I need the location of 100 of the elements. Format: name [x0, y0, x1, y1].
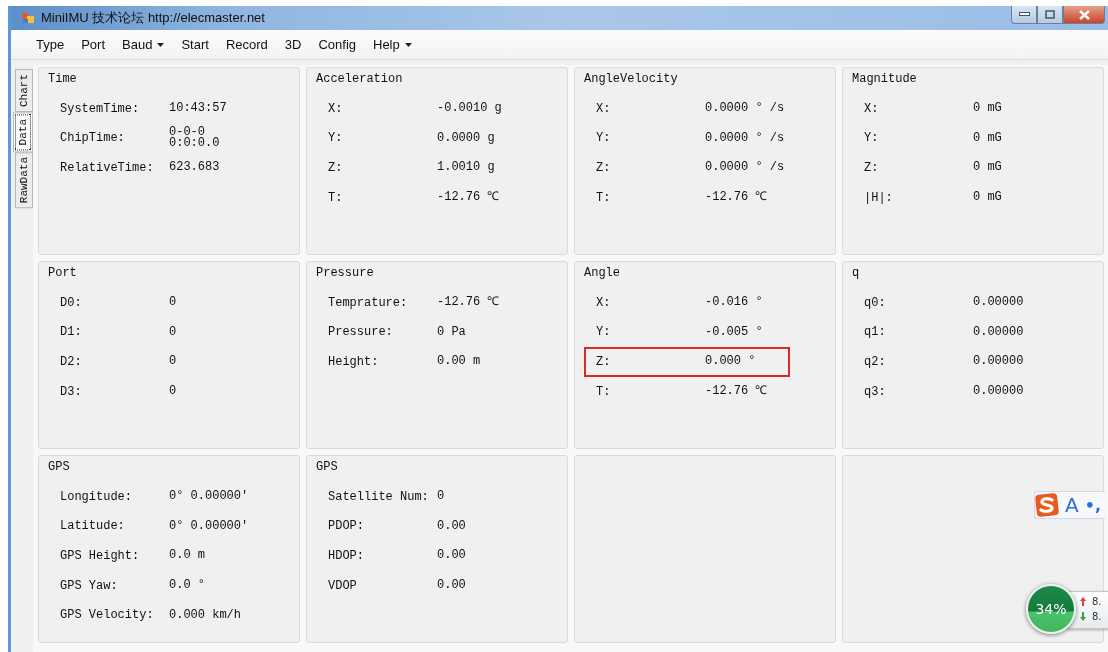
field-label: Y: [596, 131, 612, 146]
minimize-icon [1018, 12, 1030, 17]
field-value: -0.005 ° [705, 326, 763, 338]
field-label: Pressure: [328, 325, 394, 340]
group-title: AngleVelocity [583, 72, 679, 86]
field-label: X: [596, 295, 612, 310]
field-value: 0 [169, 386, 177, 398]
menu-item[interactable]: 3D [276, 34, 311, 55]
field-value: 0 [169, 356, 177, 368]
menu-item[interactable]: Type [28, 34, 74, 55]
field-value: 0.00 m [437, 356, 481, 368]
close-icon [1078, 9, 1090, 20]
group-title: Magnitude [851, 72, 918, 86]
menu-item[interactable]: Port [73, 34, 115, 55]
field-value: 623.683 [169, 162, 220, 174]
field-value: 0.000 ° [705, 356, 756, 368]
field-label: Y: [864, 131, 880, 146]
close-button[interactable] [1063, 6, 1105, 24]
menu-item[interactable]: Record [217, 34, 277, 55]
field-value: -0.016 ° [705, 297, 763, 309]
field-value: 1.0010 g [437, 162, 495, 174]
field-label: q3: [864, 384, 887, 399]
field-value: 0.00000 [973, 386, 1024, 398]
field-value: 0.00000 [973, 326, 1024, 338]
field-label: Z: [596, 161, 612, 175]
field-value: 0 mG [973, 103, 1002, 115]
field-value: 0 [169, 297, 177, 309]
field-label: X: [328, 101, 344, 116]
field-label: Z: [864, 161, 880, 175]
menu-item[interactable]: Start [173, 34, 218, 55]
field-label: T: [328, 190, 344, 205]
field-value: 10:43:57 [169, 103, 227, 115]
ime-logo-icon[interactable] [1035, 493, 1059, 517]
download-arrow-icon [1080, 612, 1086, 621]
window-title: MiniIMU 技术论坛 http://elecmaster.net [41, 9, 265, 27]
field-value: -12.76 ℃ [437, 297, 500, 309]
field-label: PDOP: [328, 519, 365, 534]
field-label: D0: [60, 295, 83, 310]
field-value: 0.0000 ° /s [705, 162, 785, 174]
field-value: 0 Pa [437, 326, 466, 338]
field-label: T: [596, 190, 612, 205]
field-label: Height: [328, 355, 380, 369]
field-label: Temprature: [328, 295, 409, 310]
field-value: 0.00 [437, 550, 466, 562]
field-label: |H|: [864, 190, 894, 205]
group-title: Angle [583, 266, 621, 280]
field-value: 0 mG [973, 162, 1002, 174]
field-value: -0.0010 g [437, 103, 502, 115]
maximize-button[interactable] [1037, 6, 1063, 24]
field-label: GPS Height: [60, 549, 141, 563]
field-label: q1: [864, 325, 887, 340]
side-tab[interactable]: Data [13, 112, 33, 153]
field-value: 0 mG [973, 132, 1002, 144]
side-tab[interactable]: RawData [15, 152, 33, 209]
download-speed: 8. [1092, 611, 1102, 622]
field-label: q0: [864, 295, 887, 310]
field-value: 0-0-0 0:0:0.0 [169, 127, 220, 150]
field-value: 0.00000 [973, 297, 1024, 309]
input-mode-toggle[interactable]: A [1065, 493, 1079, 517]
field-value: 0.00000 [973, 356, 1024, 368]
field-value: 0° 0.00000′ [169, 520, 249, 532]
field-value: 0.0 m [169, 550, 205, 562]
field-value: 0.0000 ° /s [705, 103, 785, 115]
field-label: SystemTime: [60, 101, 141, 116]
menu-item[interactable]: Config [310, 34, 365, 55]
field-label: q2: [864, 355, 887, 369]
upload-speed: 8. [1092, 596, 1102, 607]
field-value: 0 mG [973, 192, 1002, 204]
field-value: -12.76 ℃ [705, 192, 768, 204]
app-icon [21, 11, 35, 25]
field-label: Satellite Num: [328, 489, 430, 504]
field-value: -12.76 ℃ [437, 192, 500, 204]
field-value: 0.00 [437, 580, 466, 592]
field-label: VDOP [328, 578, 358, 593]
maximize-icon [1045, 10, 1055, 19]
field-value: 0.000 km/h [169, 609, 241, 621]
field-label: Z: [596, 355, 612, 369]
field-label: D2: [60, 355, 83, 369]
field-value: 0 [437, 491, 445, 503]
field-label: Z: [328, 161, 344, 175]
field-label: Latitude: [60, 519, 126, 534]
field-label: Y: [596, 325, 612, 340]
upload-arrow-icon [1080, 597, 1086, 606]
side-tab[interactable]: Chart [15, 69, 33, 112]
field-label: D1: [60, 325, 83, 340]
field-label: Y: [328, 131, 344, 146]
field-label: Longitude: [60, 489, 133, 504]
field-value: -12.76 ℃ [705, 386, 768, 398]
field-label: T: [596, 384, 612, 399]
field-label: GPS Yaw: [60, 578, 119, 593]
group-title: q [851, 266, 861, 280]
field-label: X: [596, 101, 612, 116]
field-value: 0 [169, 326, 177, 338]
menu-item[interactable]: Baud [114, 34, 174, 55]
menu-item[interactable]: Help [365, 34, 421, 55]
field-label: HDOP: [328, 549, 365, 563]
field-value: 0.00 [437, 520, 466, 532]
punctuation-toggle[interactable]: •, [1084, 495, 1101, 515]
minimize-button[interactable] [1011, 6, 1037, 24]
field-value: 0.0000 ° /s [705, 132, 785, 144]
